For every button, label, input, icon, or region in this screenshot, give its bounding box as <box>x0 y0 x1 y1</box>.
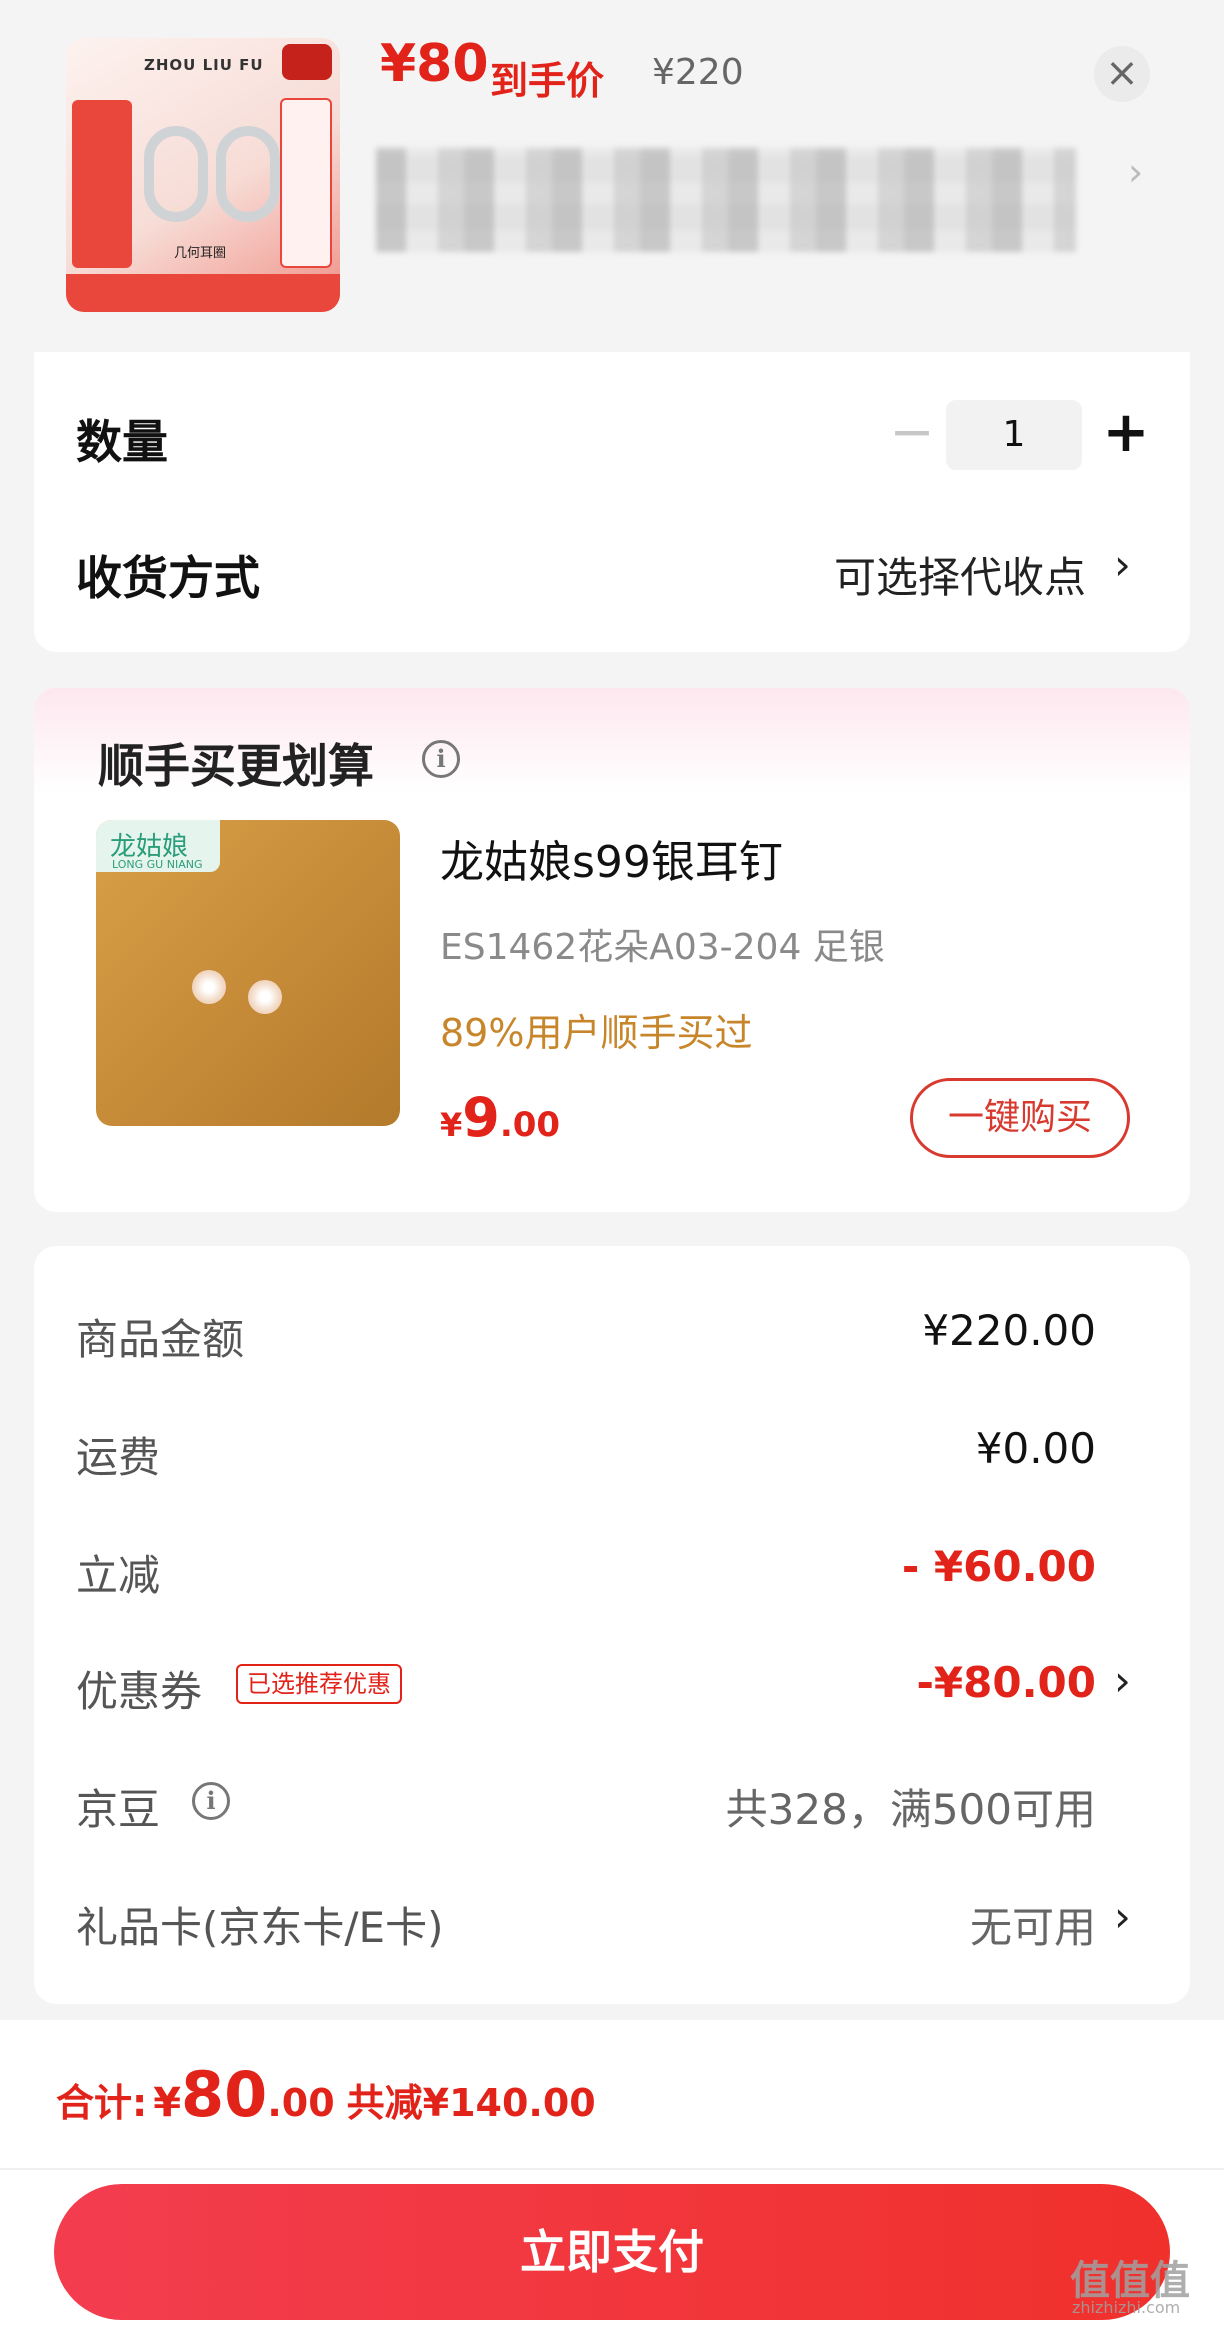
info-icon[interactable]: i <box>422 740 460 778</box>
gift-card-label: 礼品卡(京东卡/E卡) <box>76 1903 444 1952</box>
shipping-fee-value: ¥0.00 <box>975 1424 1096 1473</box>
order-total: 合计: ¥80.00 共减¥140.00 <box>56 2058 596 2131</box>
shipping-fee-label: 运费 <box>76 1433 161 1482</box>
quantity-increase-button[interactable]: + <box>1096 400 1156 470</box>
one-click-buy-button[interactable]: 一键购买 <box>910 1078 1130 1158</box>
total-savings: 共减¥140.00 <box>346 2081 596 2125</box>
instant-discount-value: - ¥60.00 <box>901 1542 1096 1591</box>
original-price: ¥220 <box>652 52 744 93</box>
addon-price-decimal: .00 <box>499 1105 561 1145</box>
gift-card-value[interactable]: 无可用 <box>476 1894 1096 1955</box>
shipping-method-value[interactable]: 可选择代收点 <box>720 544 1086 605</box>
chevron-right-icon[interactable]: › <box>1114 1656 1131 1705</box>
earring-image <box>216 126 280 222</box>
subtotal-value: ¥220.00 <box>922 1306 1096 1355</box>
flower-stud-image <box>192 970 226 1004</box>
thumbnail-brand: ZHOU LIU FU <box>144 56 264 74</box>
addon-price-integer: 9 <box>462 1086 500 1149</box>
addon-product-name[interactable]: 龙姑娘s99银耳钉 <box>440 826 783 890</box>
watermark-url: zhizhizhi.com <box>1072 2298 1181 2317</box>
addon-price: ¥9.00 <box>440 1086 560 1149</box>
chevron-right-icon[interactable]: › <box>1114 1892 1131 1941</box>
promo-badge <box>72 100 132 268</box>
addon-social-proof: 89%用户顺手买过 <box>440 1011 753 1055</box>
quantity-label: 数量 <box>76 415 168 469</box>
total-integer: 80 <box>181 2058 268 2131</box>
instant-discount-label: 立减 <box>76 1551 161 1600</box>
addon-brand-logo-sub: LONG GU NIANG <box>112 858 203 871</box>
final-price: ¥80 <box>380 34 489 94</box>
total-decimal: .00 <box>267 2081 335 2125</box>
chevron-right-icon[interactable]: › <box>1114 540 1131 589</box>
jingdou-label: 京豆 <box>76 1785 161 1834</box>
divider <box>0 2168 1224 2170</box>
quantity-decrease-button[interactable]: − <box>882 404 942 464</box>
pay-now-button[interactable]: 立即支付 <box>54 2184 1170 2320</box>
info-icon[interactable]: i <box>192 1782 230 1820</box>
chevron-right-icon[interactable]: › <box>1128 150 1143 194</box>
coupon-value[interactable]: -¥80.00 <box>476 1658 1096 1707</box>
total-symbol: ¥ <box>153 2080 182 2126</box>
shipping-method-label: 收货方式 <box>76 551 260 605</box>
final-price-label: 到手价 <box>490 59 605 103</box>
addon-product-image[interactable]: 龙姑娘 LONG GU NIANG <box>96 820 400 1126</box>
product-thumbnail[interactable]: ZHOU LIU FU 几何耳圈 <box>66 38 340 312</box>
addon-price-symbol: ¥ <box>440 1106 463 1144</box>
coupon-label: 优惠券 <box>76 1667 203 1716</box>
subtotal-label: 商品金额 <box>76 1315 245 1364</box>
promo-ribbon <box>66 274 340 312</box>
addon-product-spec: ES1462花朵A03-204 足银 <box>440 927 885 968</box>
promo-price-badge <box>280 98 332 268</box>
addon-section-title: 顺手买更划算 <box>98 739 374 793</box>
brand-seal-logo <box>282 44 332 80</box>
quantity-value[interactable]: 1 <box>946 400 1082 470</box>
jingdou-value: 共328，满500可用 <box>725 1785 1096 1834</box>
total-label: 合计: <box>56 2081 148 2125</box>
close-icon[interactable]: × <box>1094 46 1150 102</box>
thumbnail-caption: 几何耳圈 <box>174 246 227 261</box>
flower-stud-image <box>248 980 282 1014</box>
earring-image <box>144 126 208 222</box>
product-title-redacted[interactable] <box>376 148 1076 252</box>
coupon-recommended-tag: 已选推荐优惠 <box>236 1664 402 1704</box>
